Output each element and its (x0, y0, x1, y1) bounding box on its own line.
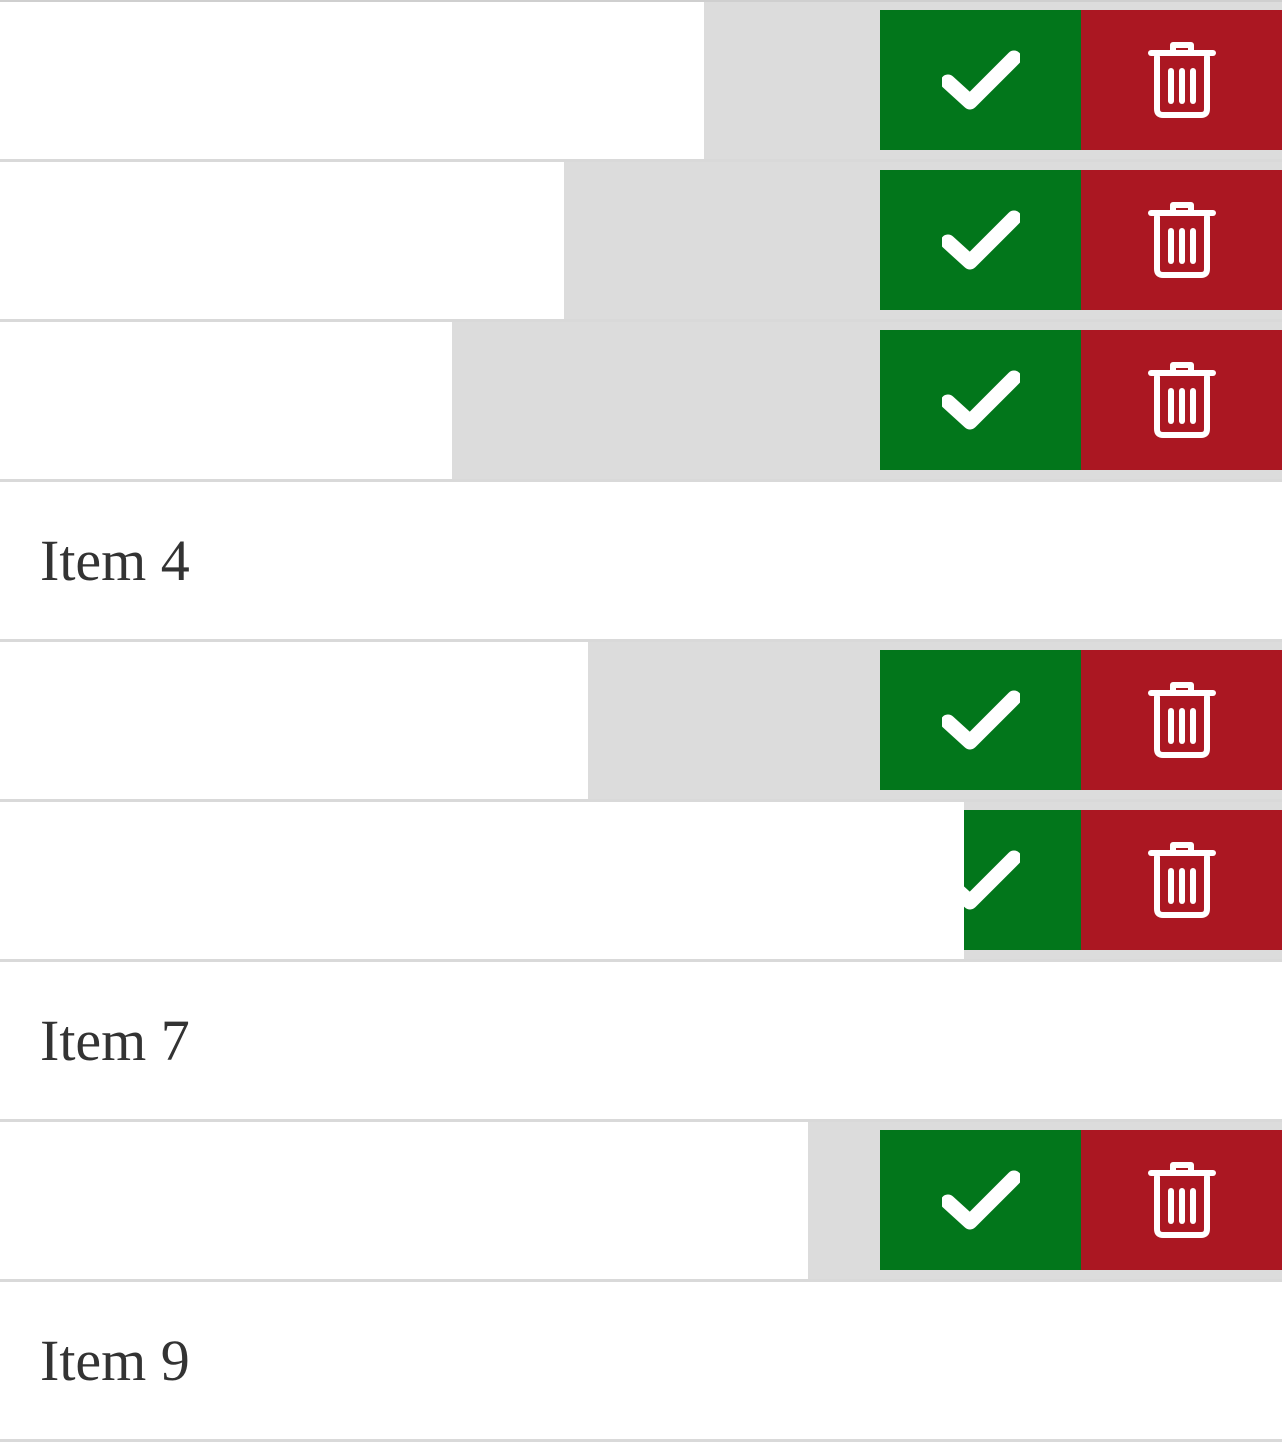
list-item[interactable] (0, 1122, 1282, 1282)
list-item[interactable] (0, 322, 1282, 482)
list-item-content[interactable]: Item 7 (0, 962, 1282, 1119)
delete-button[interactable] (1081, 1130, 1282, 1270)
row-divider (0, 799, 1282, 802)
swipe-actions (880, 1130, 1282, 1270)
delete-button[interactable] (1081, 650, 1282, 790)
delete-button[interactable] (1081, 10, 1282, 150)
checkmark-icon (941, 210, 1020, 270)
list-item-content[interactable] (0, 1122, 808, 1279)
trash-icon (1147, 842, 1216, 918)
row-divider (0, 479, 1282, 482)
delete-button[interactable] (1081, 170, 1282, 310)
trash-icon (1147, 362, 1216, 438)
done-button[interactable] (880, 1130, 1081, 1270)
row-divider (0, 639, 1282, 642)
list-item[interactable] (0, 162, 1282, 322)
checkmark-icon (941, 1170, 1020, 1230)
done-button[interactable] (880, 330, 1081, 470)
swipe-actions (880, 10, 1282, 150)
trash-icon (1147, 42, 1216, 118)
list-item-content[interactable]: Item 9 (0, 1282, 1282, 1439)
row-divider (0, 1119, 1282, 1122)
done-button[interactable] (880, 650, 1081, 790)
row-divider (0, 1279, 1282, 1282)
list-item-content[interactable] (0, 2, 704, 159)
list-item[interactable]: Item 9 (0, 1282, 1282, 1442)
list-item-label: Item 9 (40, 1328, 190, 1393)
row-divider (0, 319, 1282, 322)
row-divider (0, 159, 1282, 162)
list-item[interactable]: Item 7 (0, 962, 1282, 1122)
list-item-label: Item 4 (40, 528, 190, 593)
list-item[interactable] (0, 2, 1282, 162)
trash-icon (1147, 202, 1216, 278)
list-item[interactable]: Item 4 (0, 482, 1282, 642)
list-item-label: Item 7 (40, 1008, 190, 1073)
done-button[interactable] (880, 10, 1081, 150)
list-item-content[interactable] (0, 802, 964, 959)
checkmark-icon (941, 690, 1020, 750)
list-item[interactable] (0, 802, 1282, 962)
trash-icon (1147, 682, 1216, 758)
list-item-content[interactable]: Item 4 (0, 482, 1282, 639)
swipe-actions (880, 170, 1282, 310)
checkmark-icon (941, 370, 1020, 430)
swipe-list: Item 4 Item 7 Item 9 (0, 0, 1282, 1442)
swipe-actions (880, 330, 1282, 470)
swipe-actions (880, 650, 1282, 790)
list-item-content[interactable] (0, 642, 588, 799)
trash-icon (1147, 1162, 1216, 1238)
list-item-content[interactable] (0, 162, 564, 319)
row-divider (0, 959, 1282, 962)
list-item-content[interactable] (0, 322, 452, 479)
done-button[interactable] (880, 170, 1081, 310)
delete-button[interactable] (1081, 810, 1282, 950)
delete-button[interactable] (1081, 330, 1282, 470)
list-item[interactable] (0, 642, 1282, 802)
checkmark-icon (941, 50, 1020, 110)
